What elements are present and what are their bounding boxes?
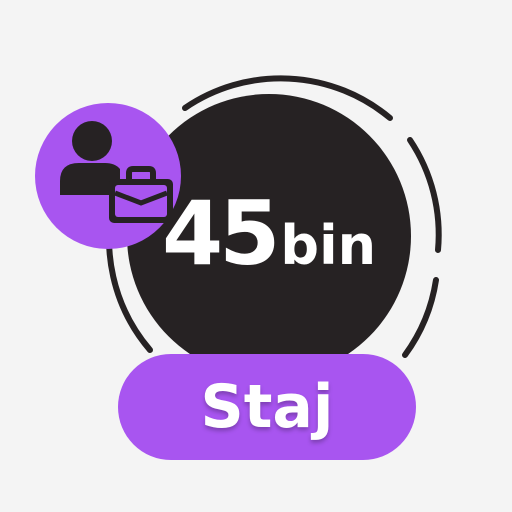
person-with-briefcase-icon xyxy=(60,121,173,223)
stat-card: 45 bin Staj xyxy=(0,0,512,512)
count-unit: bin xyxy=(280,214,377,277)
category-label: Staj xyxy=(200,372,334,442)
category-pill: Staj xyxy=(118,354,416,460)
job-badge xyxy=(35,103,181,249)
ring-segment-right-lower xyxy=(402,277,439,358)
ring-segment-right xyxy=(407,137,442,253)
